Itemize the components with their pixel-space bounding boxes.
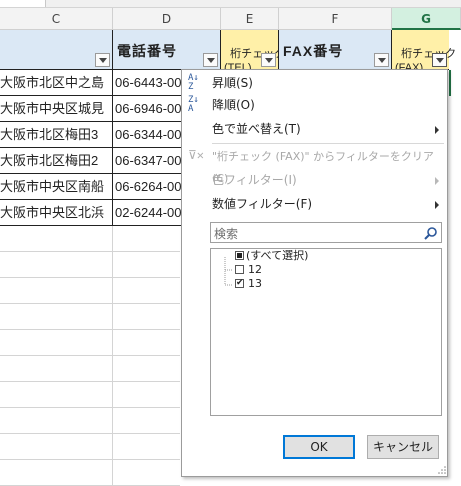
empty-row [0, 278, 180, 304]
header-fax-label: FAX番号 [283, 43, 344, 59]
filter-value-list: (すべて選択) 12 ✔ 13 [210, 248, 442, 416]
number-filter-label: 数値フィルター(F) [212, 197, 313, 211]
clear-filter-icon: ⊽✕ [188, 148, 205, 162]
tel-cell[interactable]: 06-6264-0000 [113, 174, 181, 200]
filter-dropdown-button-f[interactable] [374, 53, 389, 67]
empty-row [0, 460, 180, 486]
header-cell-tel-check: 桁チェック (TEL) [221, 30, 285, 74]
address-cell[interactable]: 大阪市中央区城見 [0, 96, 113, 122]
address-cell[interactable]: 大阪市北区梅田3 [0, 122, 113, 148]
header-tel-label: 電話番号 [117, 43, 177, 59]
header-cell-fax-check: 桁チェック (FAX) [392, 30, 456, 74]
empty-row [0, 408, 180, 434]
submenu-arrow-icon [435, 177, 439, 185]
filter-search-input[interactable]: 検索 [210, 222, 442, 243]
menu-separator [212, 143, 444, 144]
sort-descending-label: 降順(O) [212, 98, 255, 112]
cancel-button[interactable]: キャンセル [367, 435, 439, 459]
tel-cell[interactable]: 06-6347-0000 [113, 148, 181, 174]
column-header-g[interactable]: G [392, 8, 461, 30]
header-cell-fax: FAX番号 [279, 30, 392, 70]
column-header-c[interactable]: C [0, 8, 113, 30]
header-cell-address [0, 30, 113, 70]
sort-by-color-item[interactable]: 色で並べ替え(T) [182, 118, 447, 140]
sort-ascending-item[interactable]: A↓ Z 昇順(S) [182, 72, 447, 94]
column-headers: C D E F G [0, 8, 461, 30]
tel-cell[interactable]: 06-6344-0000 [113, 122, 181, 148]
color-filter-label: 色フィルター(I) [212, 173, 297, 187]
address-cell[interactable]: 大阪市北区梅田2 [0, 148, 113, 174]
sort-by-color-label: 色で並べ替え(T) [212, 122, 301, 136]
sort-ascending-icon: A↓ Z [188, 73, 199, 92]
submenu-arrow-icon [435, 126, 439, 134]
empty-row [0, 356, 180, 382]
empty-row [0, 382, 180, 408]
address-cell[interactable]: 大阪市中央区南船 [0, 174, 113, 200]
value-label: 13 [248, 277, 262, 290]
clear-filter-item[interactable]: ⊽✕ "桁チェック (FAX)" からフィルターをクリア(C) [182, 146, 447, 185]
search-placeholder: 検索 [214, 227, 239, 241]
value-label: 12 [248, 263, 262, 276]
sort-descending-item[interactable]: Z↓ A 降順(O) [182, 94, 447, 116]
address-cell[interactable]: 大阪市中央区北浜 [0, 200, 113, 226]
tel-cell[interactable]: 02-6244-0000 [113, 200, 181, 226]
column-header-f[interactable]: F [279, 8, 392, 30]
select-all-label: (すべて選択) [246, 249, 309, 262]
empty-row [0, 304, 180, 330]
tel-cell[interactable]: 06-6946-0000 [113, 96, 181, 122]
name-box-edge [0, 0, 46, 7]
sort-descending-icon: Z↓ A [188, 95, 199, 114]
column-header-d[interactable]: D [113, 8, 221, 30]
filter-dropdown-button-e[interactable] [261, 53, 276, 67]
empty-row [0, 226, 180, 252]
empty-row [0, 330, 180, 356]
empty-row [0, 252, 180, 278]
sort-ascending-label: 昇順(S) [212, 76, 253, 90]
address-cell[interactable]: 大阪市北区中之島 [0, 70, 113, 96]
ok-button[interactable]: OK [283, 435, 355, 459]
tel-cell[interactable]: 06-6443-0000 [113, 70, 181, 96]
column-header-e[interactable]: E [221, 8, 279, 30]
search-icon [424, 227, 437, 240]
submenu-arrow-icon [435, 201, 439, 209]
value-checkbox[interactable]: ✔ [235, 279, 244, 288]
number-filter-item[interactable]: 数値フィルター(F) [182, 193, 447, 215]
color-filter-item[interactable]: 色フィルター(I) [182, 169, 447, 191]
filter-dropdown-button-d[interactable] [203, 53, 218, 67]
filter-dropdown-button-g[interactable] [432, 53, 447, 67]
formula-bar-edge [0, 0, 461, 8]
empty-row [0, 434, 180, 460]
select-all-checkbox[interactable] [235, 251, 244, 260]
header-cell-tel: 電話番号 [113, 30, 221, 70]
active-cell-edge [449, 70, 451, 96]
tree-lines [224, 257, 233, 286]
resize-grip-icon[interactable] [437, 465, 447, 475]
value-checkbox[interactable] [235, 265, 244, 274]
filter-dropdown-button-c[interactable] [95, 53, 110, 67]
